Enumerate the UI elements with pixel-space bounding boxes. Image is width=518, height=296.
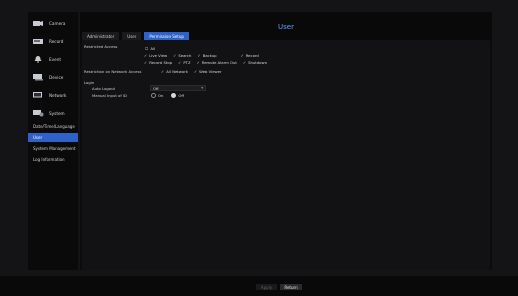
- sidebar-item-event[interactable]: Event: [28, 50, 78, 68]
- live-view-label: Live View: [149, 53, 168, 58]
- sidebar-item-label: Camera: [49, 20, 66, 26]
- sidebar: Camera Record Event Device Network Syste…: [28, 12, 78, 270]
- network-icon: [31, 90, 45, 100]
- chevron-down-icon: ▾: [201, 86, 203, 90]
- login-label: Login: [84, 80, 95, 85]
- record-checkbox[interactable]: ✓ Record: [241, 53, 259, 58]
- sidebar-item-network[interactable]: Network: [28, 86, 78, 104]
- all-label: All: [150, 46, 156, 51]
- record-label: Record: [245, 53, 259, 58]
- camera-icon: [31, 18, 45, 28]
- main-panel: User Administrator User Permission Setup…: [80, 12, 492, 270]
- network-access-label: Restriction on Network Access: [84, 69, 142, 74]
- off-label: Off: [178, 93, 185, 98]
- event-icon: [31, 54, 45, 64]
- check-icon: ✓: [240, 53, 244, 58]
- check-icon: ✓: [173, 53, 177, 58]
- check-icon: ✓: [197, 53, 201, 58]
- check-icon: ✓: [144, 60, 148, 65]
- record-stop-label: Record Stop: [149, 60, 173, 65]
- manual-input-id-label: Manual Input of ID: [92, 93, 127, 98]
- device-icon: [31, 72, 45, 82]
- system-icon: [31, 108, 45, 118]
- restricted-access-label: Restricted Access: [84, 44, 118, 49]
- record-icon: [31, 36, 45, 46]
- radio-selected-icon: [171, 93, 177, 98]
- remote-alarm-out-checkbox[interactable]: ✓ Remote Alarm Out: [197, 60, 237, 65]
- manual-input-on-radio[interactable]: On: [151, 93, 163, 98]
- sidebar-item-label: Event: [49, 56, 61, 62]
- ptz-label: PTZ: [183, 60, 191, 65]
- checkbox-icon: ☐: [145, 46, 149, 51]
- shutdown-label: Shutdown: [248, 60, 268, 65]
- restricted-access-row-2: ✓ Record Stop ✓ PTZ ✓ Remote Alarm Out ✓…: [144, 60, 267, 65]
- sidebar-item-record[interactable]: Record: [28, 32, 78, 50]
- check-icon: ✓: [178, 60, 182, 65]
- check-icon: ✓: [193, 69, 198, 74]
- sidebar-sub-system-management[interactable]: System Management: [28, 144, 78, 153]
- check-icon: ✓: [144, 53, 148, 58]
- sidebar-sub-log-information[interactable]: Log Information: [28, 155, 78, 164]
- radio-icon: [151, 93, 156, 98]
- remote-alarm-out-label: Remote Alarm Out: [201, 60, 237, 65]
- sidebar-sub-label: User: [33, 135, 43, 140]
- auto-logout-select[interactable]: Off ▾: [150, 85, 206, 91]
- sidebar-sub-user[interactable]: User: [28, 133, 78, 142]
- search-checkbox[interactable]: ✓ Search: [173, 53, 191, 58]
- web-viewer-label: Web Viewer: [199, 69, 222, 74]
- network-access-row: ✓ All Network ✓ Web Viewer: [161, 69, 222, 74]
- live-view-checkbox[interactable]: ✓ Live View: [144, 53, 167, 58]
- sidebar-item-label: System: [49, 110, 65, 116]
- manual-input-off-radio[interactable]: Off: [171, 93, 184, 98]
- sidebar-item-system[interactable]: System: [28, 104, 78, 122]
- sidebar-item-label: Record: [49, 38, 64, 44]
- on-label: On: [158, 93, 164, 98]
- sidebar-item-camera[interactable]: Camera: [28, 14, 78, 32]
- check-icon: ✓: [161, 69, 165, 74]
- app-frame: Camera Record Event Device Network Syste…: [0, 0, 518, 296]
- record-stop-checkbox[interactable]: ✓ Record Stop: [144, 60, 172, 65]
- auto-logout-label: Auto Logout: [92, 86, 116, 91]
- sidebar-sub-label: System Management: [33, 146, 76, 151]
- restricted-access-all-row: ☐ All: [145, 46, 155, 51]
- sidebar-sub-label: Date/Time/Language: [33, 124, 75, 129]
- permission-setup-content: Restricted Access ☐ All ✓ Live View ✓ Se…: [82, 40, 490, 270]
- sidebar-item-device[interactable]: Device: [28, 68, 78, 86]
- sidebar-sub-label: Log Information: [33, 157, 65, 162]
- backup-checkbox[interactable]: ✓ Backup: [197, 53, 216, 58]
- ptz-checkbox[interactable]: ✓ PTZ: [178, 60, 190, 65]
- return-button[interactable]: Return: [280, 284, 302, 290]
- check-icon: ✓: [196, 60, 200, 65]
- auto-logout-value: Off: [153, 85, 159, 91]
- backup-label: Backup: [202, 53, 217, 58]
- sidebar-item-label: Network: [49, 92, 67, 98]
- apply-button[interactable]: Apply: [256, 284, 277, 290]
- all-checkbox[interactable]: ☐ All: [145, 46, 155, 51]
- search-label: Search: [178, 53, 192, 58]
- all-network-checkbox[interactable]: ✓ All Network: [161, 69, 188, 74]
- web-viewer-checkbox[interactable]: ✓ Web Viewer: [194, 69, 222, 74]
- shutdown-checkbox[interactable]: ✓ Shutdown: [243, 60, 267, 65]
- manual-input-id-row: On Off: [151, 93, 184, 98]
- restricted-access-row-1: ✓ Live View ✓ Search ✓ Backup ✓ Record: [144, 53, 259, 58]
- sidebar-sub-date-time-language[interactable]: Date/Time/Language: [28, 122, 78, 131]
- check-icon: ✓: [242, 60, 247, 65]
- sidebar-item-label: Device: [49, 74, 64, 80]
- all-network-label: All Network: [166, 69, 188, 74]
